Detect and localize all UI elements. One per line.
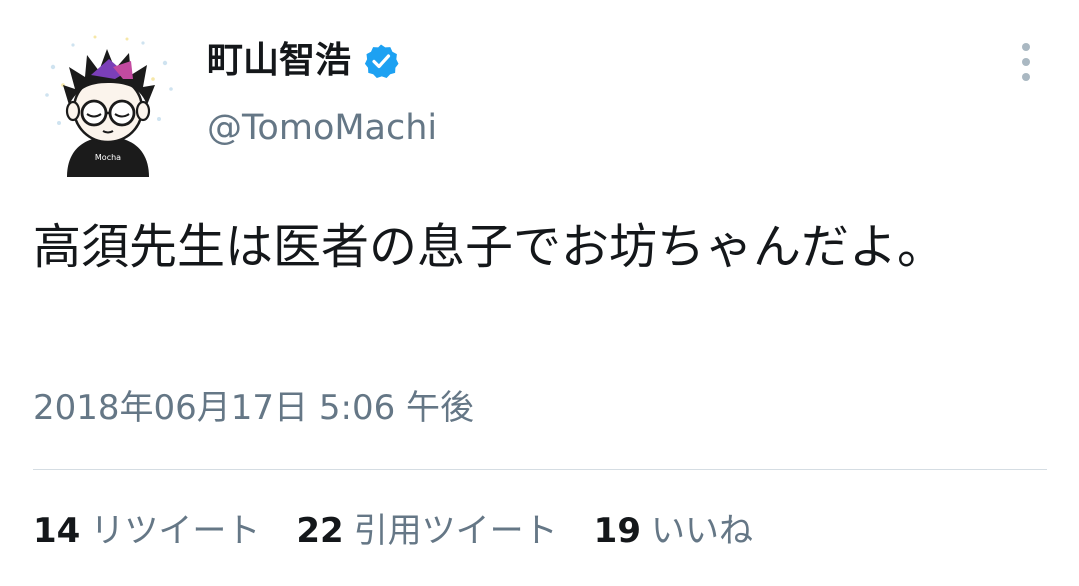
retweets-count: 14 <box>33 511 81 551</box>
quote-tweets-stat[interactable]: 22 引用ツイート <box>296 505 557 557</box>
tweet-card: Mocha 町山智浩 @TomoMachi 高須先生は医者の息子でお坊ちゃんだよ… <box>0 0 1079 586</box>
tweet-timestamp[interactable]: 2018年06月17日 5:06 午後 <box>33 382 474 434</box>
divider <box>33 469 1047 470</box>
quote-tweets-count: 22 <box>296 511 344 551</box>
author-handle[interactable]: @TomoMachi <box>207 104 437 152</box>
retweets-label: リツイート <box>90 511 261 551</box>
cartoon-avatar-icon: Mocha <box>45 35 173 177</box>
tweet-text: 高須先生は医者の息子でお坊ちゃんだよ。 <box>33 219 946 275</box>
more-vertical-icon[interactable] <box>1012 40 1040 84</box>
avatar[interactable]: Mocha <box>33 27 183 177</box>
likes-count: 19 <box>593 511 641 551</box>
retweets-stat[interactable]: 14 リツイート <box>33 505 260 557</box>
likes-label: いいね <box>650 511 753 551</box>
author-name-row[interactable]: 町山智浩 <box>207 38 399 84</box>
tweet-stats: 14 リツイート 22 引用ツイート 19 いいね <box>33 505 753 557</box>
avatar-shirt-text: Mocha <box>95 153 121 162</box>
author-display-name[interactable]: 町山智浩 <box>207 38 351 84</box>
quote-tweets-label: 引用ツイート <box>353 511 558 551</box>
likes-stat[interactable]: 19 いいね <box>594 505 753 557</box>
verified-badge-icon <box>363 43 399 79</box>
